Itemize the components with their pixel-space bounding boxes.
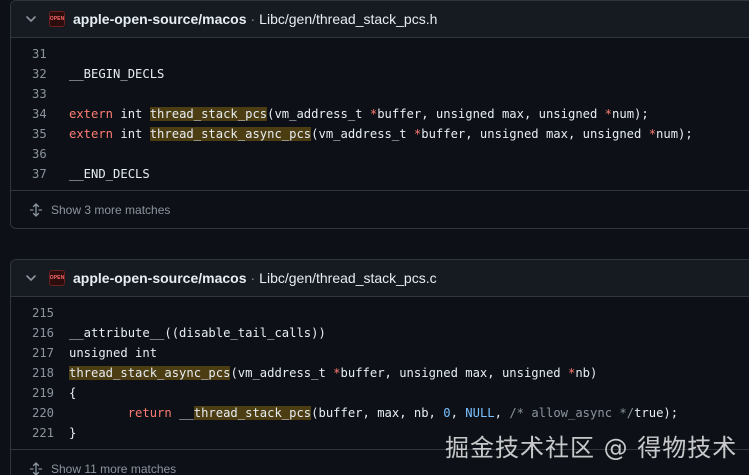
path-separator: · xyxy=(250,11,256,27)
code-token: nb) xyxy=(575,366,598,380)
match-highlight: thread_stack_pcs xyxy=(193,406,312,420)
code-token: (vm_address_t xyxy=(311,127,414,141)
code-token: /* allow_async */ xyxy=(509,406,635,420)
code-token: * xyxy=(604,107,613,121)
code-token: (vm_address_t xyxy=(267,107,370,121)
line-number[interactable]: 215 xyxy=(11,306,69,320)
code-token: { xyxy=(69,386,77,400)
code-line: 34 extern int thread_stack_pcs (vm_address… xyxy=(11,104,749,124)
file-path-link[interactable]: Libc/gen/thread_stack_pcs.h xyxy=(259,11,437,27)
result-header: OPEN apple-open-source/macos · Libc/gen/… xyxy=(11,1,749,38)
line-number[interactable]: 220 xyxy=(11,406,69,420)
code-token: buffer, unsigned max, unsigned xyxy=(377,107,605,121)
repo-logo-icon: OPEN xyxy=(49,11,65,27)
line-number[interactable]: 31 xyxy=(11,47,69,61)
code-token: * xyxy=(333,366,341,380)
code-snippet: 215 216 __attribute__((disable_tail_calls)… xyxy=(11,297,749,449)
code-token: int xyxy=(113,107,150,121)
unfold-icon xyxy=(29,461,43,475)
line-number[interactable]: 33 xyxy=(11,87,69,101)
line-number[interactable]: 35 xyxy=(11,127,69,141)
watermark: 掘金技术社区 @ 得物技术 xyxy=(445,434,738,462)
code-line: 217 unsigned int xyxy=(11,343,749,363)
path-separator: · xyxy=(250,270,256,286)
code-line: 215 xyxy=(11,303,749,323)
code-line: 33 xyxy=(11,84,749,104)
code-token: return xyxy=(127,406,172,420)
code-line: 220 return __ thread_stack_pcs (buffer, ma… xyxy=(11,403,749,423)
match-highlight: thread_stack_async_pcs xyxy=(149,127,312,141)
code-token: extern xyxy=(69,107,114,121)
file-path-link[interactable]: Libc/gen/thread_stack_pcs.c xyxy=(259,270,436,286)
code-line: 31 xyxy=(11,44,749,64)
code-token: __BEGIN_DECLS xyxy=(69,67,165,81)
code-token: (buffer, max, nb, xyxy=(311,406,444,420)
code-token: __END_DECLS xyxy=(69,167,150,181)
line-number[interactable]: 218 xyxy=(11,366,69,380)
chevron-down-icon[interactable] xyxy=(23,11,39,27)
unfold-icon xyxy=(29,202,43,217)
code-token: } xyxy=(69,426,77,440)
code-token: * xyxy=(567,366,576,380)
code-token: extern xyxy=(69,127,114,141)
code-token: * xyxy=(413,127,422,141)
line-number[interactable]: 216 xyxy=(11,326,69,340)
show-more-matches-button[interactable]: Show 3 more matches xyxy=(11,190,749,228)
line-number[interactable]: 34 xyxy=(11,107,69,121)
code-token: buffer, unsigned max, unsigned xyxy=(421,127,649,141)
code-token: (vm_address_t xyxy=(230,366,334,380)
code-token: buffer, unsigned max, unsigned xyxy=(340,366,568,380)
code-token: int xyxy=(113,127,150,141)
repo-logo-icon: OPEN xyxy=(49,270,65,286)
code-line: 35 extern int thread_stack_async_pcs (vm_a… xyxy=(11,124,749,144)
repo-link[interactable]: apple-open-source/macos xyxy=(73,11,247,27)
match-highlight: thread_stack_async_pcs xyxy=(69,366,231,380)
code-line: 36 xyxy=(11,144,749,164)
code-token: unsigned int xyxy=(69,346,158,360)
chevron-down-icon[interactable] xyxy=(23,270,39,286)
code-line: 216 __attribute__((disable_tail_calls)) xyxy=(11,323,749,343)
code-snippet: 31 32 __BEGIN_DECLS 33 34 extern int thread_s… xyxy=(11,38,749,190)
search-result-card: OPEN apple-open-source/macos · Libc/gen/… xyxy=(10,0,749,229)
show-more-label: Show 11 more matches xyxy=(51,461,177,475)
show-more-label: Show 3 more matches xyxy=(51,202,171,217)
code-token: __ xyxy=(171,406,194,420)
line-number[interactable]: 37 xyxy=(11,167,69,181)
code-token: NULL xyxy=(465,406,495,420)
line-number[interactable]: 32 xyxy=(11,67,69,81)
code-token: num); xyxy=(612,107,649,121)
result-header: OPEN apple-open-source/macos · Libc/gen/… xyxy=(11,260,749,297)
code-line: 37 __END_DECLS xyxy=(11,164,749,184)
line-number[interactable]: 219 xyxy=(11,386,69,400)
code-line: 32 __BEGIN_DECLS xyxy=(11,64,749,84)
line-number[interactable]: 217 xyxy=(11,346,69,360)
code-token: * xyxy=(648,127,657,141)
repo-link[interactable]: apple-open-source/macos xyxy=(73,270,247,286)
code-token: , xyxy=(494,406,510,420)
code-token: num); xyxy=(656,127,693,141)
match-highlight: thread_stack_pcs xyxy=(149,107,268,121)
line-number[interactable]: 221 xyxy=(11,426,69,440)
code-token: , xyxy=(450,406,466,420)
code-token: true); xyxy=(634,406,679,420)
code-line: 219{ xyxy=(11,383,749,403)
code-token: 0 xyxy=(443,406,451,420)
code-token: __attribute__((disable_tail_calls)) xyxy=(69,326,326,340)
code-line: 218 thread_stack_async_pcs (vm_address_t *… xyxy=(11,363,749,383)
code-token: * xyxy=(369,107,378,121)
line-number[interactable]: 36 xyxy=(11,147,69,161)
